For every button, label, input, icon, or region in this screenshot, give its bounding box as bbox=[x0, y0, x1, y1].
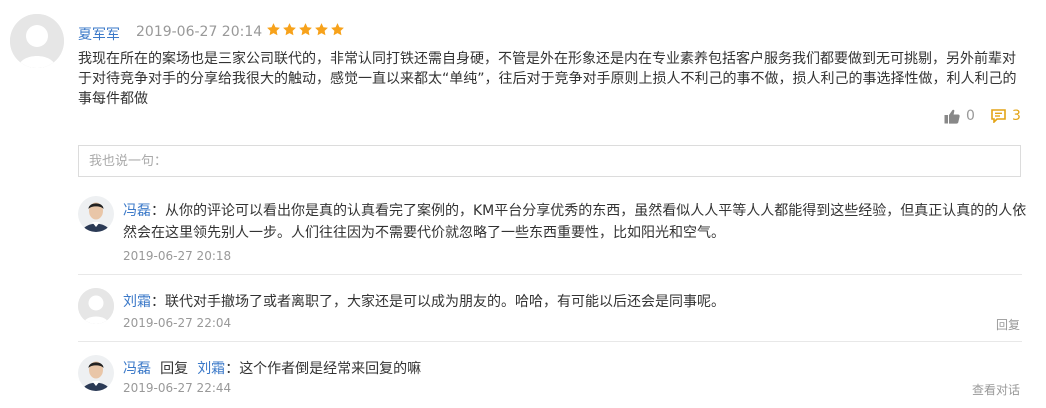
reply-time: 2019-06-27 22:44 bbox=[123, 381, 232, 395]
reply-author[interactable]: 冯磊 bbox=[123, 361, 151, 377]
reply-separator: ： bbox=[151, 294, 165, 310]
avatar[interactable] bbox=[78, 355, 114, 391]
divider bbox=[78, 274, 1022, 275]
star-icon bbox=[299, 23, 312, 36]
thumbs-up-icon bbox=[944, 109, 960, 124]
reply-text: 从你的评论可以看出你是真的认真看完了案例的，KM平台分享优秀的东西，虽然看似人人… bbox=[123, 203, 1027, 241]
reply-time: 2019-06-27 22:04 bbox=[123, 316, 232, 330]
reply-count-button[interactable]: 3 bbox=[991, 108, 1021, 124]
reply-target[interactable]: 刘霜 bbox=[197, 361, 225, 377]
star-icon bbox=[315, 23, 328, 36]
avatar[interactable] bbox=[78, 196, 114, 232]
divider bbox=[78, 341, 1022, 342]
comment-author[interactable]: 夏军军 bbox=[78, 24, 120, 44]
reply-author[interactable]: 刘霜 bbox=[123, 294, 151, 310]
reply-content: 冯磊：从你的评论可以看出你是真的认真看完了案例的，KM平台分享优秀的东西，虽然看… bbox=[123, 200, 1028, 244]
reply-time: 2019-06-27 20:18 bbox=[123, 249, 232, 263]
star-icon bbox=[331, 23, 344, 36]
default-avatar-icon bbox=[78, 288, 114, 324]
like-button[interactable]: 0 bbox=[944, 108, 975, 124]
avatar[interactable] bbox=[78, 288, 114, 324]
reply-text: 联代对手撤场了或者离职了，大家还是可以成为朋友的。哈哈，有可能以后还会是同事呢。 bbox=[165, 294, 725, 310]
reply-content: 刘霜：联代对手撤场了或者离职了，大家还是可以成为朋友的。哈哈，有可能以后还会是同… bbox=[123, 291, 725, 311]
reply-word: 回复 bbox=[160, 361, 189, 377]
reply-count: 3 bbox=[1012, 108, 1021, 124]
comment-text: 我现在所在的案场也是三家公司联代的，非常认同打铁还需自身硬，不管是外在形象还是内… bbox=[78, 51, 1017, 107]
view-conversation-button[interactable]: 查看对话 bbox=[972, 381, 1020, 398]
rating-stars bbox=[266, 22, 345, 37]
star-icon bbox=[267, 23, 280, 36]
like-count: 0 bbox=[966, 108, 975, 124]
default-avatar-icon bbox=[10, 14, 64, 68]
comment-icon bbox=[991, 109, 1006, 123]
reply-separator: ： bbox=[225, 361, 240, 377]
star-icon bbox=[283, 23, 296, 36]
reply-author[interactable]: 冯磊 bbox=[123, 203, 151, 219]
user-photo-icon bbox=[78, 196, 114, 232]
reply-input[interactable] bbox=[78, 145, 1021, 177]
reply-content: 冯磊 回复 刘霜：这个作者倒是经常来回复的嘛 bbox=[123, 358, 421, 378]
reply-text: 这个作者倒是经常来回复的嘛 bbox=[239, 361, 422, 377]
reply-separator: ： bbox=[151, 203, 165, 219]
user-photo-icon bbox=[78, 355, 114, 391]
comment-time: 2019-06-27 20:14 bbox=[136, 24, 263, 40]
avatar[interactable] bbox=[10, 14, 64, 68]
reply-button[interactable]: 回复 bbox=[996, 316, 1020, 333]
